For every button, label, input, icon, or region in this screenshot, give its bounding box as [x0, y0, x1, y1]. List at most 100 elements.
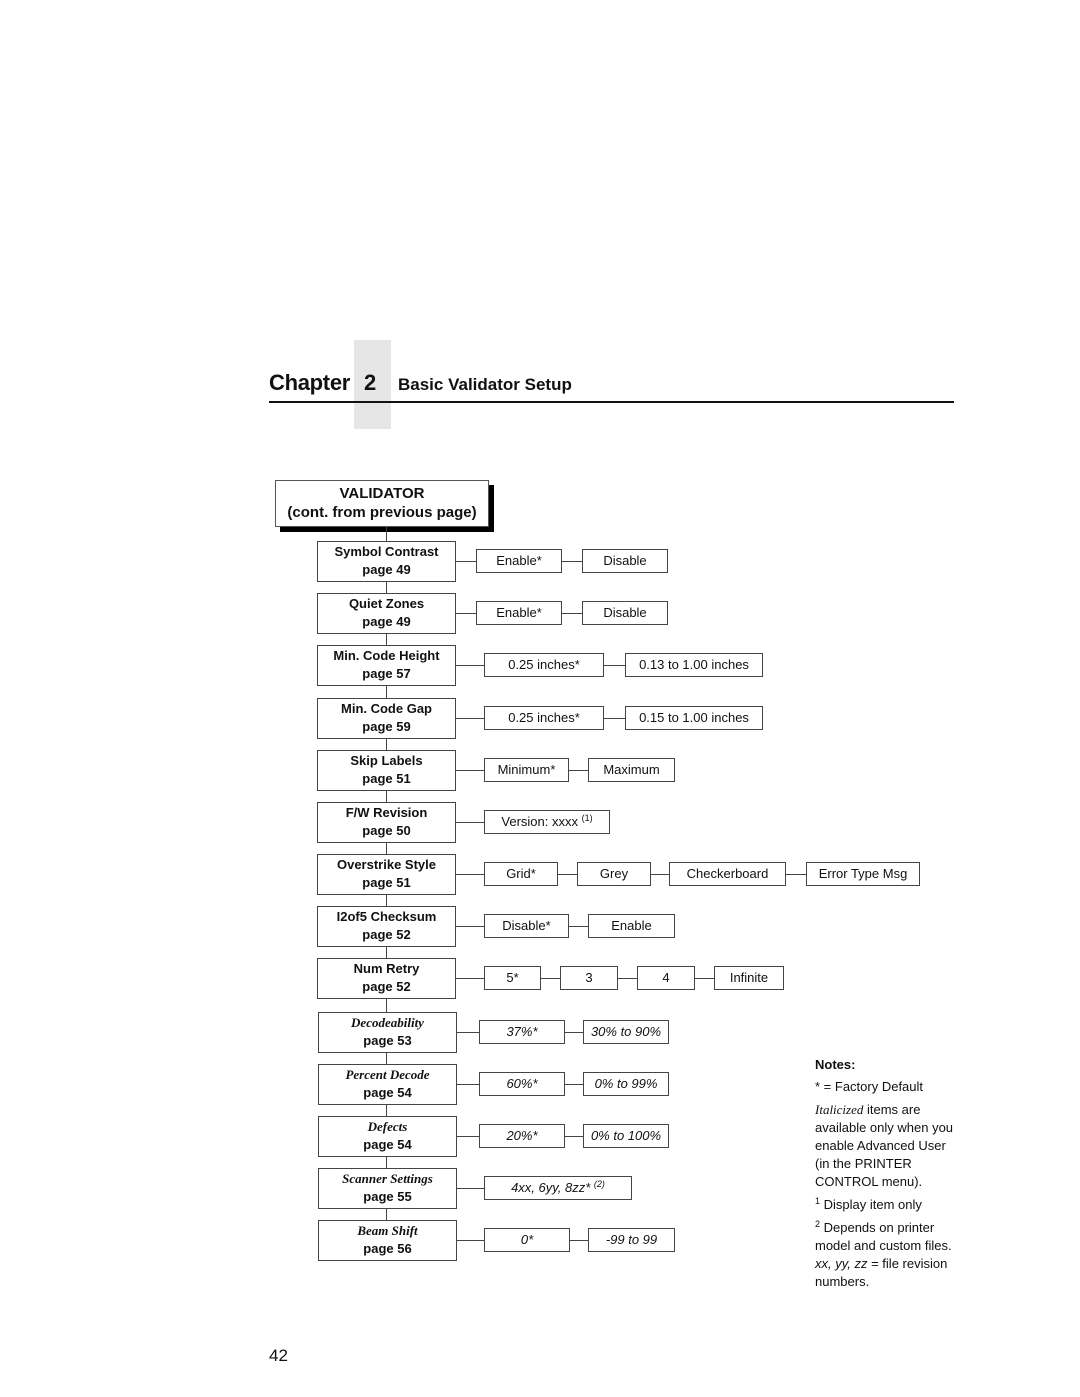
option-box[interactable]: 37%*: [479, 1020, 565, 1044]
menu-item-page-ref: page 53: [363, 1033, 412, 1048]
option-value: Enable: [611, 918, 652, 933]
menu-item-name: Scanner Settings: [342, 1171, 433, 1186]
option-box[interactable]: 0*: [484, 1228, 570, 1252]
connector-horizontal: [695, 978, 714, 979]
menu-item-box[interactable]: Skip Labels page 51: [317, 750, 456, 791]
footnote-2-text-a: Depends on printer model and custom file…: [815, 1220, 952, 1253]
option-value: Disable*: [502, 918, 551, 933]
option-value: Enable*: [496, 553, 542, 568]
menu-item-box[interactable]: Beam Shift page 56: [318, 1220, 457, 1261]
menu-item-name: Percent Decode: [345, 1067, 430, 1082]
header-rule: [269, 401, 954, 403]
menu-item-box[interactable]: Min. Code Height page 57: [317, 645, 456, 686]
connector-horizontal: [456, 822, 484, 823]
menu-item-page-ref: page 55: [363, 1189, 412, 1204]
option-box[interactable]: Disable*: [484, 914, 569, 938]
option-value: 0.15 to 1.00 inches: [639, 710, 749, 725]
notes-panel: Notes: * = Factory Default Italicized it…: [815, 1056, 955, 1296]
connector-horizontal: [569, 926, 588, 927]
menu-item-box[interactable]: Defects page 54: [318, 1116, 457, 1157]
option-box[interactable]: 3: [560, 966, 618, 990]
option-value: Grey: [599, 866, 629, 881]
connector-horizontal: [541, 978, 560, 979]
connector-horizontal: [456, 718, 484, 719]
option-box[interactable]: 0.25 inches*: [484, 653, 604, 677]
option-value: 0.13 to 1.00 inches: [639, 657, 749, 672]
note-footnote-1: 1 Display item only: [815, 1196, 955, 1214]
menu-item-name: Min. Code Gap: [341, 701, 432, 716]
option-box[interactable]: Enable: [588, 914, 675, 938]
option-box[interactable]: 30% to 90%: [583, 1020, 669, 1044]
option-box[interactable]: 4: [637, 966, 695, 990]
option-box[interactable]: 4xx, 6yy, 8zz* (2): [484, 1176, 632, 1200]
option-value: Disable: [603, 553, 647, 568]
option-box[interactable]: Minimum*: [484, 758, 569, 782]
option-value: 0.25 inches*: [508, 657, 580, 672]
option-value: 37%*: [506, 1024, 538, 1039]
menu-item-name: Skip Labels: [350, 753, 423, 768]
option-box[interactable]: Enable*: [476, 601, 562, 625]
connector-horizontal: [558, 874, 577, 875]
option-value: 5*: [506, 970, 519, 985]
option-box[interactable]: Version: xxxx (1): [484, 810, 610, 834]
chapter-title: Basic Validator Setup: [398, 375, 572, 394]
option-box[interactable]: Checkerboard: [669, 862, 786, 886]
option-box[interactable]: 60%*: [479, 1072, 565, 1096]
menu-item-page-ref: page 56: [363, 1241, 412, 1256]
option-value: 4: [662, 970, 670, 985]
option-box[interactable]: 0.13 to 1.00 inches: [625, 653, 763, 677]
option-box[interactable]: 0.15 to 1.00 inches: [625, 706, 763, 730]
page-number: 42: [269, 1346, 288, 1365]
note-italicized: Italicized items are available only when…: [815, 1101, 955, 1191]
menu-item-box[interactable]: Overstrike Style page 51: [317, 854, 456, 895]
connector-horizontal: [562, 561, 582, 562]
option-value: Infinite: [729, 970, 769, 985]
option-box[interactable]: -99 to 99: [588, 1228, 675, 1252]
root-subtitle: (cont. from previous page): [287, 504, 477, 521]
option-value: 30% to 90%: [590, 1024, 662, 1039]
option-box[interactable]: Error Type Msg: [806, 862, 920, 886]
option-value: Checkerboard: [686, 866, 769, 881]
menu-item-name: Beam Shift: [357, 1223, 418, 1238]
option-value: Maximum: [603, 762, 660, 777]
option-box[interactable]: Grid*: [484, 862, 558, 886]
footnote-1-text: Display item only: [820, 1197, 922, 1212]
option-value: 60%*: [506, 1076, 538, 1091]
menu-item-box[interactable]: Symbol Contrast page 49: [317, 541, 456, 582]
connector-horizontal: [456, 665, 484, 666]
chapter-number: 2: [364, 370, 377, 395]
connector-horizontal: [456, 770, 484, 771]
option-box[interactable]: Enable*: [476, 549, 562, 573]
option-box[interactable]: 0% to 99%: [583, 1072, 669, 1096]
menu-item-box[interactable]: I2of5 Checksum page 52: [317, 906, 456, 947]
menu-item-box[interactable]: F/W Revision page 50: [317, 802, 456, 843]
connector-horizontal: [457, 1032, 479, 1033]
menu-item-box[interactable]: Min. Code Gap page 59: [317, 698, 456, 739]
menu-item-page-ref: page 50: [362, 823, 411, 838]
menu-item-name: Overstrike Style: [336, 857, 436, 872]
menu-item-box[interactable]: Decodeability page 53: [318, 1012, 457, 1053]
note-italic-word: Italicized: [815, 1102, 864, 1117]
menu-item-name: Num Retry: [353, 961, 420, 976]
menu-item-box[interactable]: Scanner Settings page 55: [318, 1168, 457, 1209]
option-box[interactable]: 0.25 inches*: [484, 706, 604, 730]
option-box[interactable]: 0% to 100%: [583, 1124, 669, 1148]
menu-item-name: Quiet Zones: [348, 596, 425, 611]
option-box[interactable]: Grey: [577, 862, 651, 886]
menu-item-page-ref: page 59: [362, 719, 411, 734]
menu-item-page-ref: page 51: [362, 875, 411, 890]
menu-item-page-ref: page 52: [362, 927, 411, 942]
menu-item-box[interactable]: Quiet Zones page 49: [317, 593, 456, 634]
option-box[interactable]: Infinite: [714, 966, 784, 990]
option-box[interactable]: Maximum: [588, 758, 675, 782]
connector-horizontal: [456, 978, 484, 979]
menu-item-page-ref: page 49: [362, 562, 411, 577]
option-box[interactable]: 5*: [484, 966, 541, 990]
menu-item-box[interactable]: Num Retry page 52: [317, 958, 456, 999]
option-box[interactable]: Disable: [582, 549, 668, 573]
chapter-label: Chapter: [269, 370, 351, 395]
option-box[interactable]: Disable: [582, 601, 668, 625]
option-box[interactable]: 20%*: [479, 1124, 565, 1148]
validator-root-box: VALIDATOR (cont. from previous page): [275, 480, 489, 527]
menu-item-box[interactable]: Percent Decode page 54: [318, 1064, 457, 1105]
